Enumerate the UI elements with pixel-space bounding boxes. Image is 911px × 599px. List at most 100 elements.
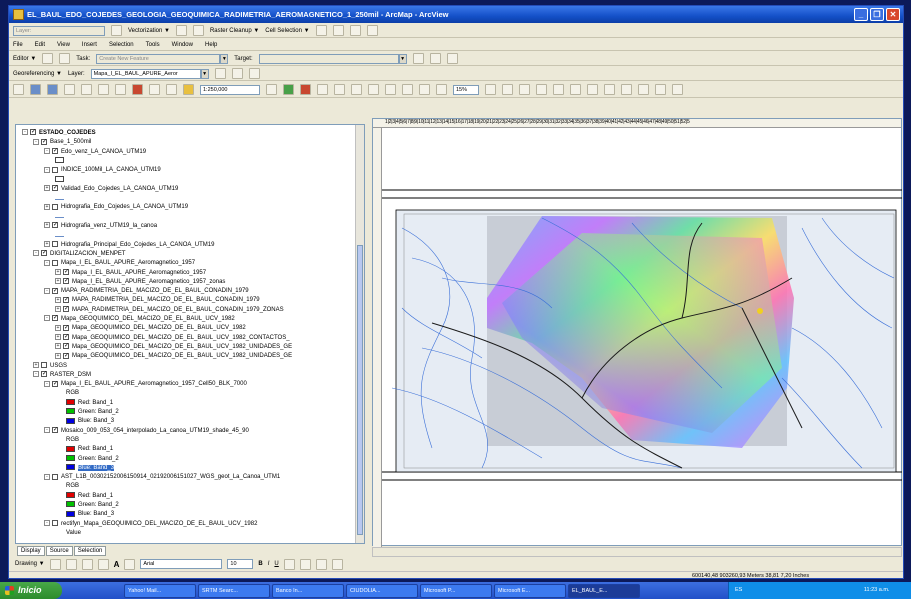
language-indicator[interactable]: ES <box>735 587 742 593</box>
expand-icon[interactable]: + <box>44 222 50 229</box>
layer-visibility-checkbox[interactable]: ✓ <box>41 371 47 378</box>
georef-layer-dropdown[interactable]: Mapa_I_EL_BAUL_APURE_Aeror <box>90 68 201 79</box>
sketch-tool-button[interactable] <box>59 53 71 64</box>
taskbar-button[interactable]: CIUDOLIA... <box>346 583 418 598</box>
menu-help[interactable]: Help <box>205 42 217 48</box>
fill-color-icon[interactable] <box>299 558 311 570</box>
layer-visibility-checkbox[interactable]: ✓ <box>30 129 36 136</box>
target-dropdown[interactable] <box>258 53 399 64</box>
toolbar-button[interactable] <box>349 25 361 36</box>
toc-layer-row[interactable]: + ✓ Mapa_I_EL_BAUL_APURE_Aeromagnetico_195… <box>55 278 225 287</box>
italic-icon[interactable]: I <box>268 561 270 567</box>
menu-file[interactable]: File <box>13 42 23 48</box>
layer-visibility-checkbox[interactable]: ✓ <box>52 380 58 387</box>
layer-visibility-checkbox[interactable]: ✓ <box>63 324 69 331</box>
redo-icon[interactable] <box>166 84 177 95</box>
toc-layer-row[interactable]: Red: Band_1 <box>66 492 113 501</box>
bold-icon[interactable]: B <box>258 561 262 567</box>
toc-layer-row[interactable]: RGB <box>66 436 79 445</box>
menu-selection[interactable]: Selection <box>109 42 134 48</box>
map-scale-field[interactable]: 1:250,000 <box>200 84 260 95</box>
edit-vertices-icon[interactable] <box>124 558 136 570</box>
layer-visibility-checkbox[interactable]: ✓ <box>63 296 69 303</box>
toc-layer-row[interactable]: RGB <box>66 482 79 491</box>
rotate-icon[interactable] <box>214 68 226 79</box>
expand-icon[interactable]: + <box>55 306 61 313</box>
cut-icon[interactable] <box>81 84 92 95</box>
layer-visibility-checkbox[interactable]: ✓ <box>63 352 69 359</box>
layer-visibility-checkbox[interactable] <box>41 361 47 368</box>
forward-icon[interactable] <box>604 84 615 95</box>
layer-symbol-icon[interactable] <box>55 232 64 237</box>
toc-layer-row[interactable]: Green: Band_2 <box>66 408 119 417</box>
toc-layer-row[interactable]: - ✓ RASTER_DSM <box>33 371 91 380</box>
layout-tool-icon[interactable] <box>368 84 379 95</box>
collapse-icon[interactable]: - <box>22 129 28 136</box>
map-canvas[interactable] <box>382 128 902 546</box>
delete-icon[interactable] <box>132 84 143 95</box>
chevron-down-icon[interactable]: ▼ <box>220 53 229 64</box>
font-color-icon[interactable] <box>283 558 295 570</box>
toc-layer-row[interactable]: + USGS <box>33 361 67 371</box>
zoom-in-icon[interactable] <box>519 84 530 95</box>
expand-icon[interactable]: + <box>55 296 61 303</box>
toolbar-button[interactable] <box>175 25 187 36</box>
layer-visibility-checkbox[interactable] <box>52 520 58 527</box>
expand-icon[interactable]: + <box>55 268 61 275</box>
layer-visibility-checkbox[interactable]: ✓ <box>41 138 47 145</box>
toc-layer-row[interactable]: + ✓ Mapa_GEOQUIMICO_DEL_MACIZO_DE_EL_BAUL_… <box>55 343 292 352</box>
collapse-icon[interactable]: - <box>44 473 50 480</box>
close-button[interactable]: ✕ <box>886 8 900 21</box>
toolbar-button[interactable] <box>429 53 441 64</box>
taskbar-button[interactable]: SRTM Searc... <box>198 583 270 598</box>
tab-selection[interactable]: Selection <box>73 546 107 556</box>
toc-layer-row[interactable]: - ✓ DIGITALIZACION_MENPET <box>33 250 126 259</box>
text-tool-icon[interactable]: A <box>114 560 120 569</box>
expand-icon[interactable]: + <box>44 241 50 248</box>
collapse-icon[interactable]: - <box>33 371 39 378</box>
toc-layer-row[interactable]: - ✓ Mosaico_009_053_054_interpolado_La_can… <box>44 427 249 436</box>
layer-visibility-checkbox[interactable]: ✓ <box>63 268 69 275</box>
save-icon[interactable] <box>47 84 58 95</box>
copy-icon[interactable] <box>98 84 109 95</box>
minimize-button[interactable]: _ <box>854 8 868 21</box>
expand-icon[interactable]: + <box>55 278 61 285</box>
map-layout-view[interactable]: 1|2|3|4|5|6|7|8|9|10|11|12|13|14|15|16|1… <box>372 118 902 554</box>
layer-visibility-checkbox[interactable] <box>52 259 58 266</box>
toc-layer-row[interactable]: RGB <box>66 389 79 398</box>
edit-tool-button[interactable] <box>42 53 54 64</box>
toc-layer-row[interactable]: + ✓ Mapa_GEOQUIMICO_DEL_MACIZO_DE_EL_BAUL_… <box>55 324 246 333</box>
toolbar-button[interactable] <box>315 25 327 36</box>
zoom-icon[interactable] <box>81 558 93 570</box>
menu-view[interactable]: View <box>57 42 70 48</box>
underline-icon[interactable]: U <box>274 561 278 567</box>
layer-visibility-checkbox[interactable]: ✓ <box>63 306 69 313</box>
toc-layer-row[interactable]: - AST_L1B_00302152006150914_0219200615102… <box>44 473 280 482</box>
toc-layer-row[interactable]: + ✓ Mapa_I_EL_BAUL_APURE_Aeromagnetico_195… <box>55 268 206 278</box>
layer-visibility-checkbox[interactable]: ✓ <box>63 278 69 285</box>
toc-layer-row[interactable]: + ✓ Validad_Edo_Cojedes_LA_CANOA_UTM19 <box>44 185 178 194</box>
collapse-icon[interactable]: - <box>44 287 50 294</box>
layout-tool-icon[interactable] <box>436 84 447 95</box>
collapse-icon[interactable]: - <box>44 427 50 434</box>
chevron-down-icon[interactable]: ▼ <box>398 53 407 64</box>
toc-layer-row[interactable] <box>55 213 67 222</box>
layer-visibility-checkbox[interactable]: ✓ <box>52 287 58 294</box>
cell-selection-menu[interactable]: Cell Selection ▼ <box>265 28 309 34</box>
zoom-percent-field[interactable]: 15% <box>453 84 479 95</box>
vectorization-menu[interactable]: Vectorization ▼ <box>128 28 170 34</box>
layer-visibility-checkbox[interactable] <box>52 166 58 173</box>
editor-menu[interactable]: Editor ▼ <box>13 56 36 62</box>
expand-icon[interactable]: + <box>33 361 39 368</box>
layer-visibility-checkbox[interactable]: ✓ <box>52 148 58 155</box>
toc-layer-row[interactable]: Blue: Band_3 <box>66 464 115 473</box>
toc-layer-row[interactable]: Red: Band_1 <box>66 445 113 454</box>
expand-icon[interactable]: + <box>44 185 50 192</box>
toc-layer-row[interactable]: Green: Band_2 <box>66 501 119 510</box>
expand-icon[interactable]: + <box>55 343 61 350</box>
select-icon[interactable] <box>621 84 632 95</box>
toc-layer-row[interactable]: - ✓ Base_1_500mil <box>33 138 91 147</box>
toc-layer-row[interactable]: - rectifyn_Mapa_GEOQUIMICO_DEL_MACIZO_DE_… <box>44 520 257 529</box>
layout-tool-icon[interactable] <box>485 84 496 95</box>
menu-edit[interactable]: Edit <box>35 42 45 48</box>
